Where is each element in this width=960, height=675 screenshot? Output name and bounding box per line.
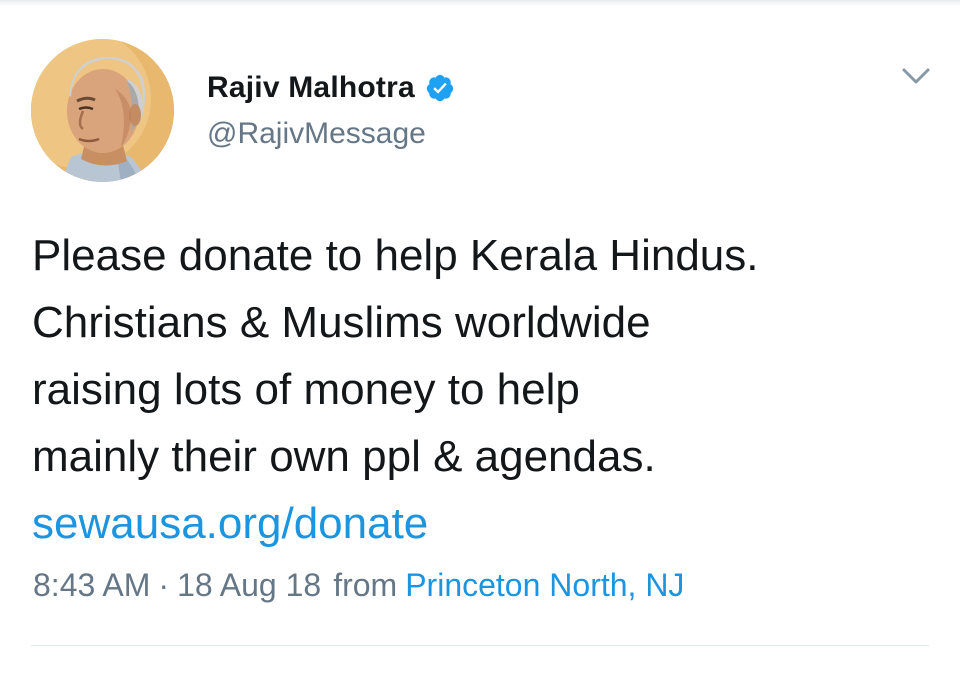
meta-separator: ·	[158, 567, 170, 603]
bottom-divider	[31, 645, 929, 646]
chevron-down-icon[interactable]	[898, 62, 934, 90]
tweet-text-line: Please donate to help Kerala Hindus.	[32, 231, 759, 280]
tweet-date[interactable]: 18 Aug 18	[177, 567, 321, 603]
avatar-photo-icon	[31, 39, 174, 182]
tweet-meta: 8:43 AM · 18 Aug 18 from Princeton North, NJ	[33, 567, 684, 604]
author-handle[interactable]: @RajivMessage	[207, 117, 426, 151]
donate-link[interactable]: sewausa.org/donate	[32, 490, 932, 557]
tweet-text-line: Christians & Muslims worldwide	[32, 298, 651, 347]
avatar[interactable]	[31, 39, 174, 182]
verified-badge-icon	[425, 73, 455, 103]
from-label: from	[333, 567, 398, 603]
tweet-time[interactable]: 8:43 AM	[33, 567, 150, 603]
author-name-row[interactable]: Rajiv Malhotra	[207, 68, 455, 108]
tweet-card: Rajiv Malhotra @RajivMessage Please dona…	[0, 0, 960, 675]
display-name[interactable]: Rajiv Malhotra	[207, 71, 415, 105]
tweet-text: Please donate to help Kerala Hindus. Chr…	[32, 222, 932, 557]
tweet-text-line: raising lots of money to help	[32, 365, 580, 414]
tweet-location-link[interactable]: Princeton North, NJ	[405, 567, 684, 603]
tweet-text-line: mainly their own ppl & agendas.	[32, 432, 656, 481]
